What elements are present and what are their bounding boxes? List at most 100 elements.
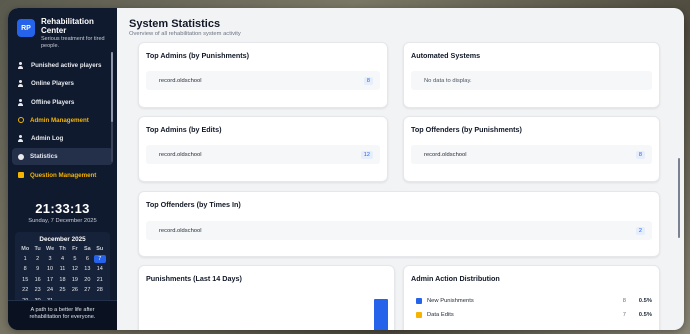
nav-item-admin-management[interactable]: Admin Management [12,112,113,129]
calendar-day[interactable]: 20 [81,276,93,284]
calendar-day[interactable]: 19 [69,276,81,284]
card-top-offenders-punishments: Top Offenders (by Punishments) record.ol… [403,116,660,182]
card-title: Top Admins (by Edits) [146,125,222,134]
player-name: record.oldschool [424,151,467,158]
card-top-admins-punishments: Top Admins (by Punishments) record.oldsc… [138,42,388,108]
nav-item-label: Punished active players [31,62,102,69]
player-name: record.oldschool [159,227,202,234]
calendar-day[interactable]: 21 [94,276,106,284]
card-title: Automated Systems [411,51,481,60]
empty-state: No data to display. [411,71,652,90]
nav-item-question-management[interactable]: Question Management [12,167,113,184]
calendar-weekday: We [45,246,55,253]
calendar-day[interactable]: 1 [19,255,31,263]
nav-item-offline-players[interactable]: Offline Players [12,94,113,111]
calendar-day[interactable]: 22 [19,286,31,294]
distribution-percent: 0.5% [638,312,652,318]
nav-item-label: Admin Log [31,135,64,143]
legend-swatch [416,298,422,304]
nav-item-admin-log[interactable]: Admin Log [12,130,113,147]
question-icon [18,172,24,179]
card-title: Top Offenders (by Times In) [146,200,241,209]
calendar-weekday: Sa [83,246,91,253]
calendar-day[interactable]: 16 [31,276,43,284]
sidebar: RP Rehabilitation Center Serious treatme… [8,8,117,330]
calendar-day[interactable]: 5 [69,255,81,263]
nav-item-punished-active-players[interactable]: Punished active players [12,57,113,74]
page-header: System Statistics Overview of all rehabi… [117,8,684,42]
people-icon [18,135,25,143]
calendar-day[interactable]: 23 [31,286,43,294]
nav-item-online-players[interactable]: Online Players [12,75,113,92]
chart-bar [374,299,388,330]
calendar: December 2025 Mo Tu We Th Fr Sa Su 1 2 3 4 5 6 7 8 9 10 1… [15,232,110,311]
distribution-label: Data Edits [427,312,454,318]
main-content: System Statistics Overview of all rehabi… [117,8,684,330]
list-item: record.oldschool 8 [411,145,652,164]
distribution-percent: 0.5% [638,298,652,304]
calendar-day[interactable]: 25 [56,286,68,294]
nav-item-label: Question Management [30,171,97,179]
nav-item-label: Online Players [31,80,74,88]
sidebar-footer: A path to a better life after rehabilita… [8,300,117,330]
clock-time: 21:33:13 [35,201,90,217]
calendar-day[interactable]: 26 [69,286,81,294]
gear-icon [18,117,24,124]
brand: RP Rehabilitation Center Serious treatme… [8,8,117,57]
sidebar-scroll-thumb[interactable] [111,52,113,122]
calendar-day[interactable]: 2 [31,255,43,263]
calendar-weekday: Th [59,246,66,253]
nav-item-label: Offline Players [31,98,75,106]
calendar-day[interactable]: 17 [44,276,56,284]
card-automated-systems: Automated Systems No data to display. [403,42,660,108]
main-scrollbar[interactable] [678,158,680,238]
calendar-day[interactable]: 10 [44,265,56,273]
calendar-day[interactable]: 18 [56,276,68,284]
calendar-day[interactable]: 6 [81,255,93,263]
distribution-label: New Punishments [427,298,474,304]
calendar-weekday: Tu [34,246,41,253]
cog-icon [18,153,24,160]
count-badge: 8 [635,150,645,159]
calendar-day[interactable]: 27 [81,286,93,294]
calendar-day[interactable]: 4 [56,255,68,263]
calendar-title: December 2025 [39,236,86,244]
calendar-day[interactable]: 15 [19,276,31,284]
calendar-day-today[interactable]: 7 [93,254,106,263]
calendar-day[interactable]: 3 [44,255,56,263]
people-icon [18,62,25,69]
brand-subtitle: Serious treatment for tired people. [41,36,105,49]
calendar-day[interactable]: 24 [44,286,56,294]
nav-item-statistics[interactable]: Statistics [12,148,113,166]
count-badge: 8 [363,76,373,85]
sidebar-scrollbar[interactable] [111,52,113,162]
card-punishments-14-days: Punishments (Last 14 Days) [138,265,395,330]
calendar-day[interactable]: 28 [94,286,106,294]
page-title: System Statistics [129,18,221,30]
page-subtitle: Overview of all rehabilitation system ac… [129,31,241,37]
player-name: record.oldschool [159,77,202,84]
calendar-weekday: Mo [21,246,30,253]
calendar-day[interactable]: 9 [31,265,43,273]
card-top-admins-edits: Top Admins (by Edits) record.oldschool 1… [138,116,388,182]
player-name: record.oldschool [159,151,202,158]
calendar-day[interactable]: 14 [94,265,106,273]
brand-title: Rehabilitation Center [41,17,94,35]
card-title: Top Offenders (by Punishments) [411,125,522,134]
card-admin-action-distribution: Admin Action Distribution New Punishment… [403,265,660,330]
logo: RP [17,19,35,37]
app-window: RP Rehabilitation Center Serious treatme… [8,8,684,330]
distribution-row: Data Edits 7 0.5% [416,309,652,321]
count-badge: 12 [360,150,373,159]
list-item: record.oldschool 2 [146,221,652,240]
distribution-count: 7 [622,312,626,318]
calendar-day[interactable]: 13 [81,265,93,273]
calendar-day[interactable]: 12 [69,265,81,273]
sidebar-nav: Punished active players Online Players O… [8,57,117,185]
calendar-day[interactable]: 8 [19,265,31,273]
card-title: Top Admins (by Punishments) [146,51,250,60]
card-title: Admin Action Distribution [411,274,500,283]
calendar-day[interactable]: 11 [56,265,68,273]
distribution-row: New Punishments 8 0.5% [416,295,652,307]
card-title: Punishments (Last 14 Days) [146,274,242,283]
